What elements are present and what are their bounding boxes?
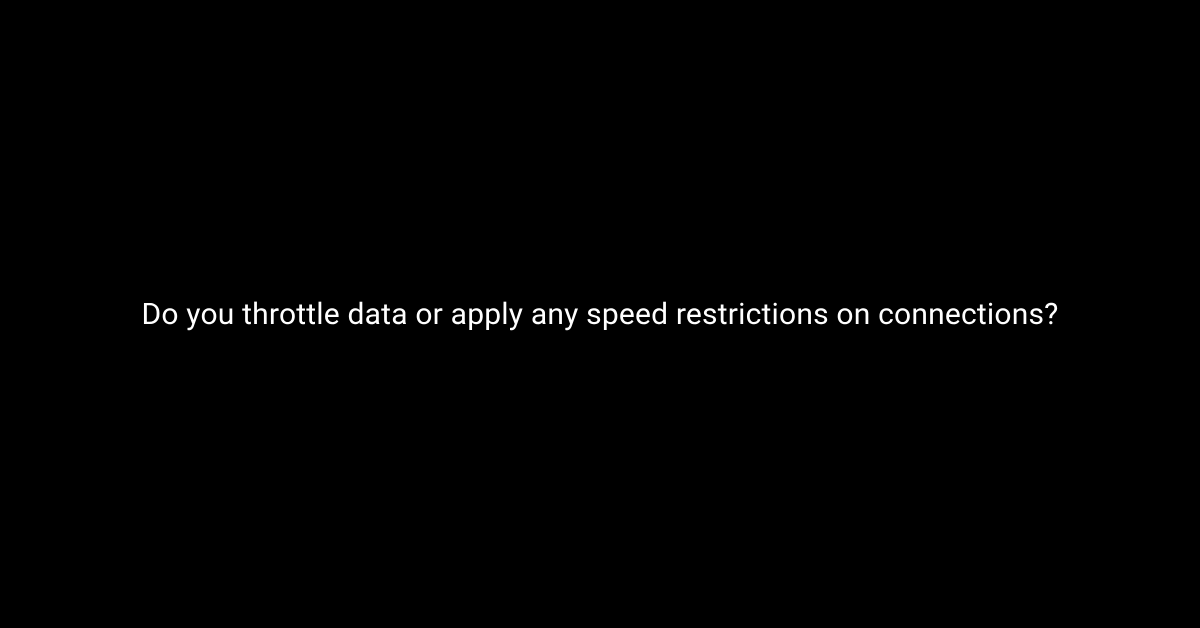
question-heading: Do you throttle data or apply any speed … bbox=[141, 297, 1058, 332]
